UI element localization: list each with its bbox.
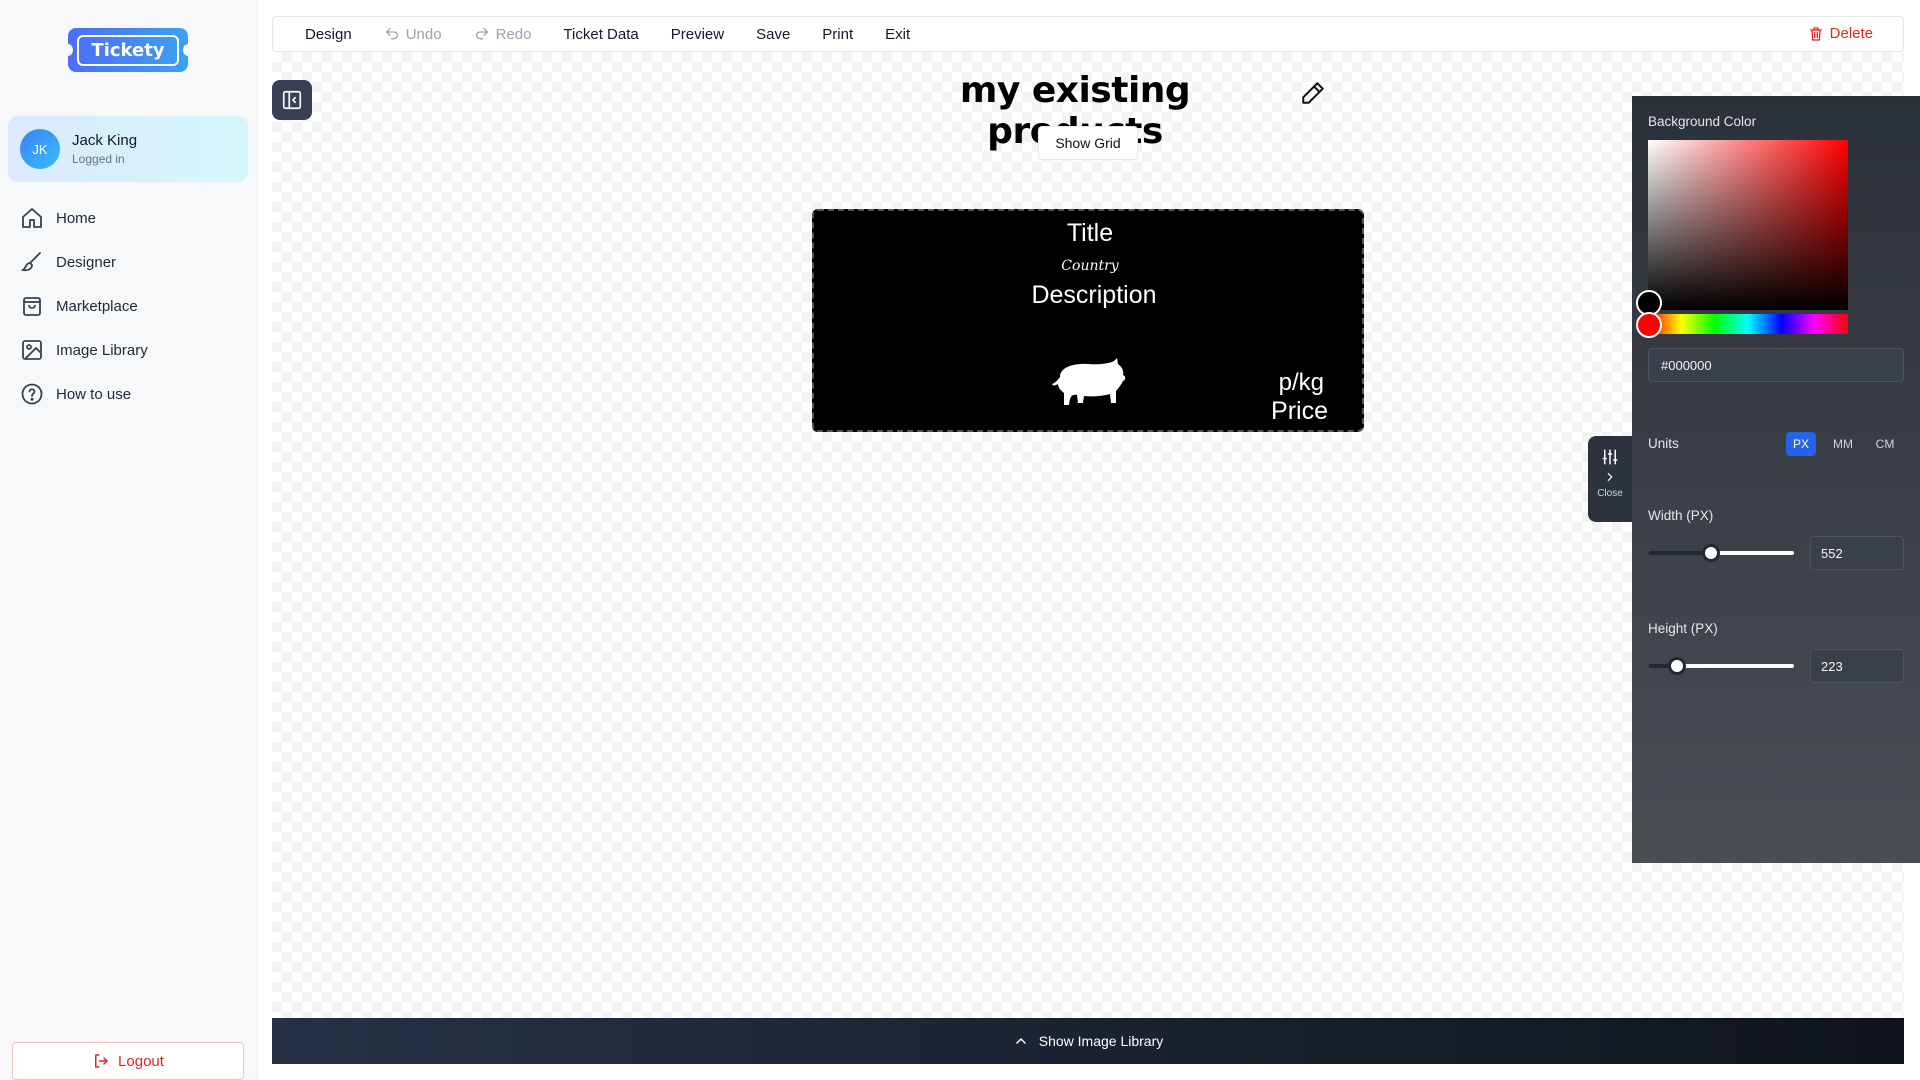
hue-slider-handle[interactable]: [1636, 312, 1662, 338]
sliders-icon: [1602, 449, 1618, 465]
unit-mm-button[interactable]: MM: [1822, 432, 1864, 456]
sidebar-item-marketplace[interactable]: Marketplace: [0, 284, 258, 328]
color-saturation-picker[interactable]: [1648, 140, 1848, 310]
user-status: Logged in: [72, 152, 125, 166]
print-button[interactable]: Print: [822, 26, 853, 43]
user-card[interactable]: JK Jack King Logged in: [8, 116, 248, 182]
collapse-sidebar-button[interactable]: [272, 80, 312, 120]
sidebar-item-label: Home: [56, 209, 97, 227]
height-slider-handle[interactable]: [1668, 657, 1687, 675]
background-color-label: Background Color: [1648, 114, 1757, 129]
undo-button[interactable]: Undo: [384, 26, 442, 43]
ticket-title[interactable]: Title: [814, 219, 1366, 248]
chevron-right-icon: [1607, 472, 1613, 482]
height-slider[interactable]: [1648, 657, 1794, 675]
show-image-library-button[interactable]: Show Image Library: [272, 1018, 1904, 1064]
sidebar-collapse-icon: [282, 90, 302, 110]
redo-label: Redo: [495, 25, 532, 43]
properties-panel: Background Color Units PX MM CM Width (P…: [1632, 96, 1920, 863]
close-label: Close: [1597, 488, 1623, 499]
redo-button[interactable]: Redo: [474, 25, 532, 43]
unit-px-button[interactable]: PX: [1786, 432, 1816, 456]
logo-text: Tickety: [77, 34, 179, 66]
sidebar-item-designer[interactable]: Designer: [0, 240, 258, 284]
width-input[interactable]: [1810, 536, 1904, 570]
ticket-country[interactable]: Country: [814, 258, 1366, 274]
sidebar-item-how-to-use[interactable]: How to use: [0, 372, 258, 416]
sidebar-item-label: How to use: [56, 385, 132, 403]
units-label: Units: [1648, 436, 1679, 451]
ticket-preview[interactable]: Title Country Description p/kg Price: [812, 209, 1364, 432]
help-circle-icon: [21, 383, 43, 405]
ticket-price[interactable]: Price: [1271, 397, 1328, 426]
delete-label: Delete: [1829, 25, 1873, 42]
sidebar-item-label: Image Library: [56, 341, 148, 359]
properties-panel-toggle[interactable]: Close: [1588, 436, 1632, 522]
chevron-up-icon: [1016, 1037, 1026, 1044]
height-input[interactable]: [1810, 649, 1904, 683]
unit-cm-button[interactable]: CM: [1864, 432, 1906, 456]
width-label: Width (PX): [1648, 508, 1714, 523]
sidebar-item-image-library[interactable]: Image Library: [0, 328, 258, 372]
pencil-icon[interactable]: [1300, 80, 1326, 106]
avatar: JK: [20, 129, 60, 169]
logout-icon: [95, 1054, 108, 1068]
hue-slider[interactable]: [1648, 314, 1848, 334]
exit-button[interactable]: Exit: [885, 26, 910, 43]
brush-icon: [20, 252, 41, 272]
height-label: Height (PX): [1648, 621, 1718, 636]
user-name: Jack King: [72, 132, 138, 149]
redo-icon: [475, 28, 488, 40]
sidebar-item-home[interactable]: Home: [0, 196, 258, 240]
preview-button[interactable]: Preview: [671, 26, 724, 43]
delete-button[interactable]: Delete: [1808, 25, 1873, 42]
undo-icon: [385, 28, 398, 40]
trash-icon: [1809, 26, 1822, 41]
sidebar-item-label: Marketplace: [56, 297, 138, 315]
units-selector: PX MM CM: [1786, 432, 1906, 456]
width-slider[interactable]: [1648, 544, 1794, 562]
sidebar-item-label: Designer: [56, 253, 117, 271]
logout-label: Logout: [118, 1052, 164, 1070]
editor-toolbar: Design Undo Redo Ticket Data Preview Sav…: [272, 16, 1904, 52]
undo-label: Undo: [405, 25, 442, 43]
pig-silhouette-icon[interactable]: [1050, 355, 1128, 409]
show-image-library-label: Show Image Library: [1038, 1033, 1164, 1049]
ticket-data-button[interactable]: Ticket Data: [563, 26, 638, 43]
ticket-unit[interactable]: p/kg: [1279, 369, 1324, 397]
hex-color-input[interactable]: [1648, 348, 1904, 382]
image-icon: [22, 340, 42, 360]
shopping-bag-icon: [23, 297, 41, 316]
home-icon: [22, 208, 42, 228]
show-grid-button[interactable]: Show Grid: [1038, 126, 1138, 160]
design-button[interactable]: Design: [305, 26, 352, 43]
ticket-description[interactable]: Description: [814, 281, 1366, 310]
sidebar: Tickety JK Jack King Logged in Home Desi…: [0, 0, 258, 1080]
sidebar-nav: Home Designer Marketplace Image Library …: [0, 196, 258, 416]
logout-button[interactable]: Logout: [12, 1042, 244, 1080]
width-slider-handle[interactable]: [1701, 544, 1720, 562]
save-button[interactable]: Save: [756, 26, 790, 43]
app-logo[interactable]: Tickety: [63, 28, 193, 72]
